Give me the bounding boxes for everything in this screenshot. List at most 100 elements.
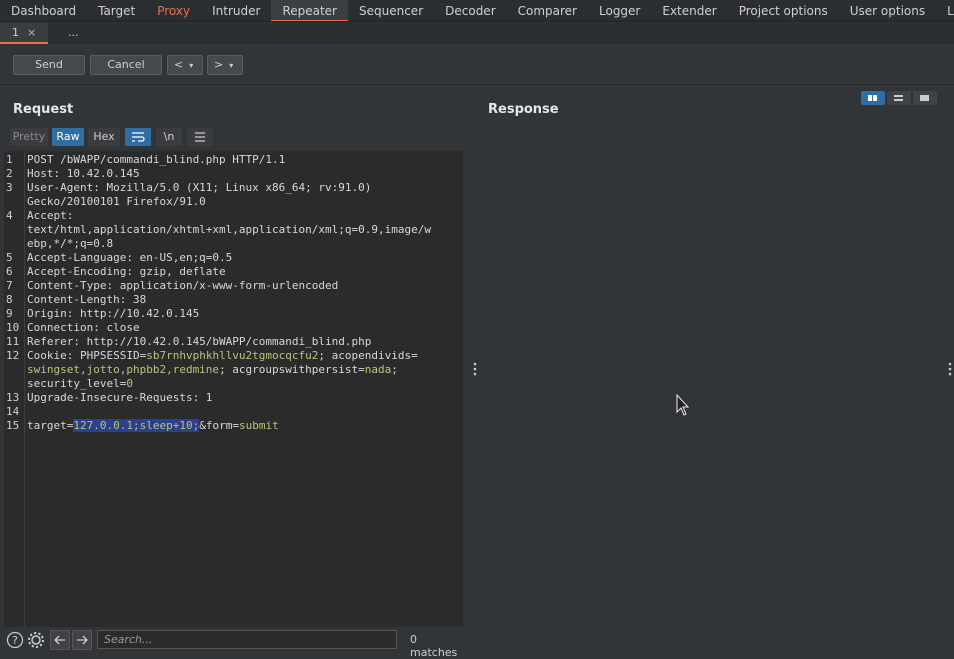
show-newlines-button[interactable]: \n xyxy=(156,128,182,146)
drag-handle-icon xyxy=(676,362,952,416)
request-line: Accept-Language: en-US,en;q=0.5 xyxy=(27,251,233,264)
request-line: Content-Type: application/x-www-form-url… xyxy=(27,279,339,292)
help-icon: ? xyxy=(6,631,24,649)
line-number: 13 xyxy=(6,391,20,404)
request-line: User-Agent: Mozilla/5.0 (X11; Linux x86_… xyxy=(27,181,372,194)
request-line: Accept: xyxy=(27,209,74,222)
back-button[interactable]: < ▾ xyxy=(167,55,203,75)
request-line-cookie-cont: security_level=0 xyxy=(27,377,133,391)
request-line-body: target=127.0.0.1;sleep+10;&form=submit xyxy=(27,419,279,433)
columns-icon xyxy=(868,95,877,101)
cookie-value: sb7rnhvphkhllvu2tgmocqcfu2 xyxy=(146,349,319,362)
tab-extender[interactable]: Extender xyxy=(651,0,727,21)
previous-match-button[interactable] xyxy=(50,630,70,650)
request-line: POST /bWAPP/commandi_blind.php HTTP/1.1 xyxy=(27,153,286,166)
cookie-value: nada xyxy=(364,363,392,376)
send-button[interactable]: Send xyxy=(13,55,85,75)
line-number: 1 xyxy=(6,153,13,166)
tab-repeater[interactable]: Repeater xyxy=(271,0,348,21)
tab-target[interactable]: Target xyxy=(87,0,146,21)
help-button[interactable]: ? xyxy=(5,630,25,650)
request-line: Upgrade-Insecure-Requests: 1 xyxy=(27,391,213,404)
line-number-gutter: 1 2 3 4 5 6 7 8 9 10 11 12 13 14 15 xyxy=(4,151,25,627)
request-editor[interactable]: 1 2 3 4 5 6 7 8 9 10 11 12 13 14 15 POST… xyxy=(4,151,463,627)
line-number: 3 xyxy=(6,181,13,194)
request-line: Accept-Encoding: gzip, deflate xyxy=(27,265,226,278)
line-number: 10 xyxy=(6,321,20,334)
menu-button[interactable] xyxy=(187,128,213,146)
arrow-left-icon xyxy=(54,635,65,645)
cookie-key: security_level= xyxy=(27,377,127,390)
tab-user-options[interactable]: User options xyxy=(839,0,936,21)
line-number: 4 xyxy=(6,209,13,222)
view-pretty-tab[interactable]: Pretty xyxy=(10,128,48,146)
line-number: 9 xyxy=(6,307,13,320)
line-number: 15 xyxy=(6,419,20,432)
pane-splitter[interactable] xyxy=(463,151,483,627)
cancel-button[interactable]: Cancel xyxy=(90,55,162,75)
svg-text:?: ? xyxy=(12,634,18,647)
line-number: 5 xyxy=(6,251,13,264)
param-key: &form= xyxy=(199,419,239,432)
request-line: text/html,application/xhtml+xml,applicat… xyxy=(27,223,431,236)
request-line-cookie-cont: swingset,jotto,phpbb2,redmine; acgroupsw… xyxy=(27,363,398,377)
line-number: 7 xyxy=(6,279,13,292)
arrow-left-icon: < xyxy=(174,58,184,71)
param-key: target= xyxy=(27,419,74,432)
tab-decoder[interactable]: Decoder xyxy=(434,0,507,21)
tab-logger[interactable]: Logger xyxy=(588,0,651,21)
request-line: Connection: close xyxy=(27,321,140,334)
settings-button[interactable] xyxy=(26,630,46,650)
cookie-value: 0 xyxy=(126,377,133,390)
request-line: Host: 10.42.0.145 xyxy=(27,167,140,180)
layout-stacked-button[interactable] xyxy=(887,91,911,105)
next-match-button[interactable] xyxy=(72,630,92,650)
request-line: ebp,*/*;q=0.8 xyxy=(27,237,114,250)
tab-sequencer[interactable]: Sequencer xyxy=(348,0,434,21)
tab-learn[interactable]: Le xyxy=(936,0,954,21)
request-line: Content-Length: 38 xyxy=(27,293,147,306)
search-input[interactable]: Search... xyxy=(97,630,397,649)
line-number: 6 xyxy=(6,265,13,278)
tab-proxy[interactable]: Proxy xyxy=(146,0,201,21)
view-hex-tab[interactable]: Hex xyxy=(88,128,120,146)
forward-button[interactable]: > ▾ xyxy=(207,55,243,75)
layout-side-by-side-button[interactable] xyxy=(861,91,885,105)
layout-tabs-button[interactable] xyxy=(913,91,937,105)
line-number: 14 xyxy=(6,405,20,418)
repeater-tab-new[interactable]: ... xyxy=(56,23,91,44)
tab-comparer[interactable]: Comparer xyxy=(507,0,588,21)
line-number: 2 xyxy=(6,167,13,180)
tab-project-options[interactable]: Project options xyxy=(728,0,839,21)
cookie-key: ; acgroupswithpersist= xyxy=(219,363,365,376)
param-value: submit xyxy=(238,419,279,432)
cookie-key: ; acopendivids= xyxy=(318,349,418,362)
repeater-tab-1[interactable]: 1 × xyxy=(0,23,48,44)
tab-intruder[interactable]: Intruder xyxy=(201,0,271,21)
cookie-key: Cookie: PHPSESSID= xyxy=(27,349,147,362)
wrap-icon xyxy=(132,132,145,142)
tab-dashboard[interactable]: Dashboard xyxy=(0,0,87,21)
top-navigation: Dashboard Target Proxy Intruder Repeater… xyxy=(0,0,954,22)
search-bar: ? Search... 0 matches xyxy=(0,627,463,659)
repeater-tab-label: 1 xyxy=(12,26,19,39)
view-raw-tab[interactable]: Raw xyxy=(52,128,84,146)
gear-icon xyxy=(28,632,44,648)
chevron-down-icon: ▾ xyxy=(229,61,234,70)
response-editor[interactable] xyxy=(483,151,954,653)
chevron-down-icon: ▾ xyxy=(189,61,194,70)
request-line: Gecko/20100101 Firefox/91.0 xyxy=(27,195,206,208)
cookie-value: swingset,jotto,phpbb2,redmine xyxy=(27,363,220,376)
hamburger-icon xyxy=(195,132,205,142)
match-count: 0 matches xyxy=(410,633,458,659)
toolbar: Send Cancel < ▾ > ▾ xyxy=(0,44,954,85)
arrow-right-icon: > xyxy=(214,58,224,71)
close-icon[interactable]: × xyxy=(27,26,36,39)
response-title: Response xyxy=(488,102,559,117)
request-line: Referer: http://10.42.0.145/bWAPP/comman… xyxy=(27,335,372,348)
request-line-cookie: Cookie: PHPSESSID=sb7rnhvphkhllvu2tgmocq… xyxy=(27,349,418,363)
word-wrap-button[interactable] xyxy=(125,128,151,146)
single-pane-icon xyxy=(920,95,929,101)
line-number: 8 xyxy=(6,293,13,306)
cookie-separator: ; xyxy=(391,363,398,376)
